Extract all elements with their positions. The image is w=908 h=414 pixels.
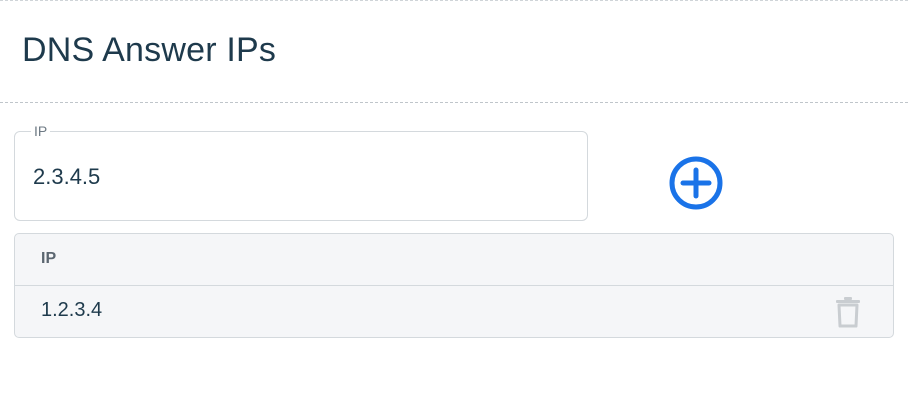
ip-field-label: IP bbox=[31, 123, 51, 139]
ip-field[interactable]: IP bbox=[14, 123, 588, 221]
dns-answer-ips-panel: DNS Answer IPs IP IP 1.2.3.4 bbox=[0, 0, 908, 414]
table-header: IP bbox=[15, 234, 893, 286]
ip-cell: 1.2.3.4 bbox=[41, 299, 103, 321]
panel-header: DNS Answer IPs bbox=[0, 1, 908, 103]
add-ip-button[interactable] bbox=[668, 155, 724, 211]
table-row: 1.2.3.4 bbox=[15, 286, 893, 337]
plus-circle-icon bbox=[669, 156, 723, 210]
column-header-ip: IP bbox=[41, 250, 57, 267]
ip-input[interactable] bbox=[33, 160, 553, 194]
ip-table: IP 1.2.3.4 bbox=[14, 233, 894, 338]
delete-row-button[interactable] bbox=[835, 296, 861, 328]
trash-icon bbox=[836, 297, 860, 328]
page-title: DNS Answer IPs bbox=[22, 31, 277, 69]
